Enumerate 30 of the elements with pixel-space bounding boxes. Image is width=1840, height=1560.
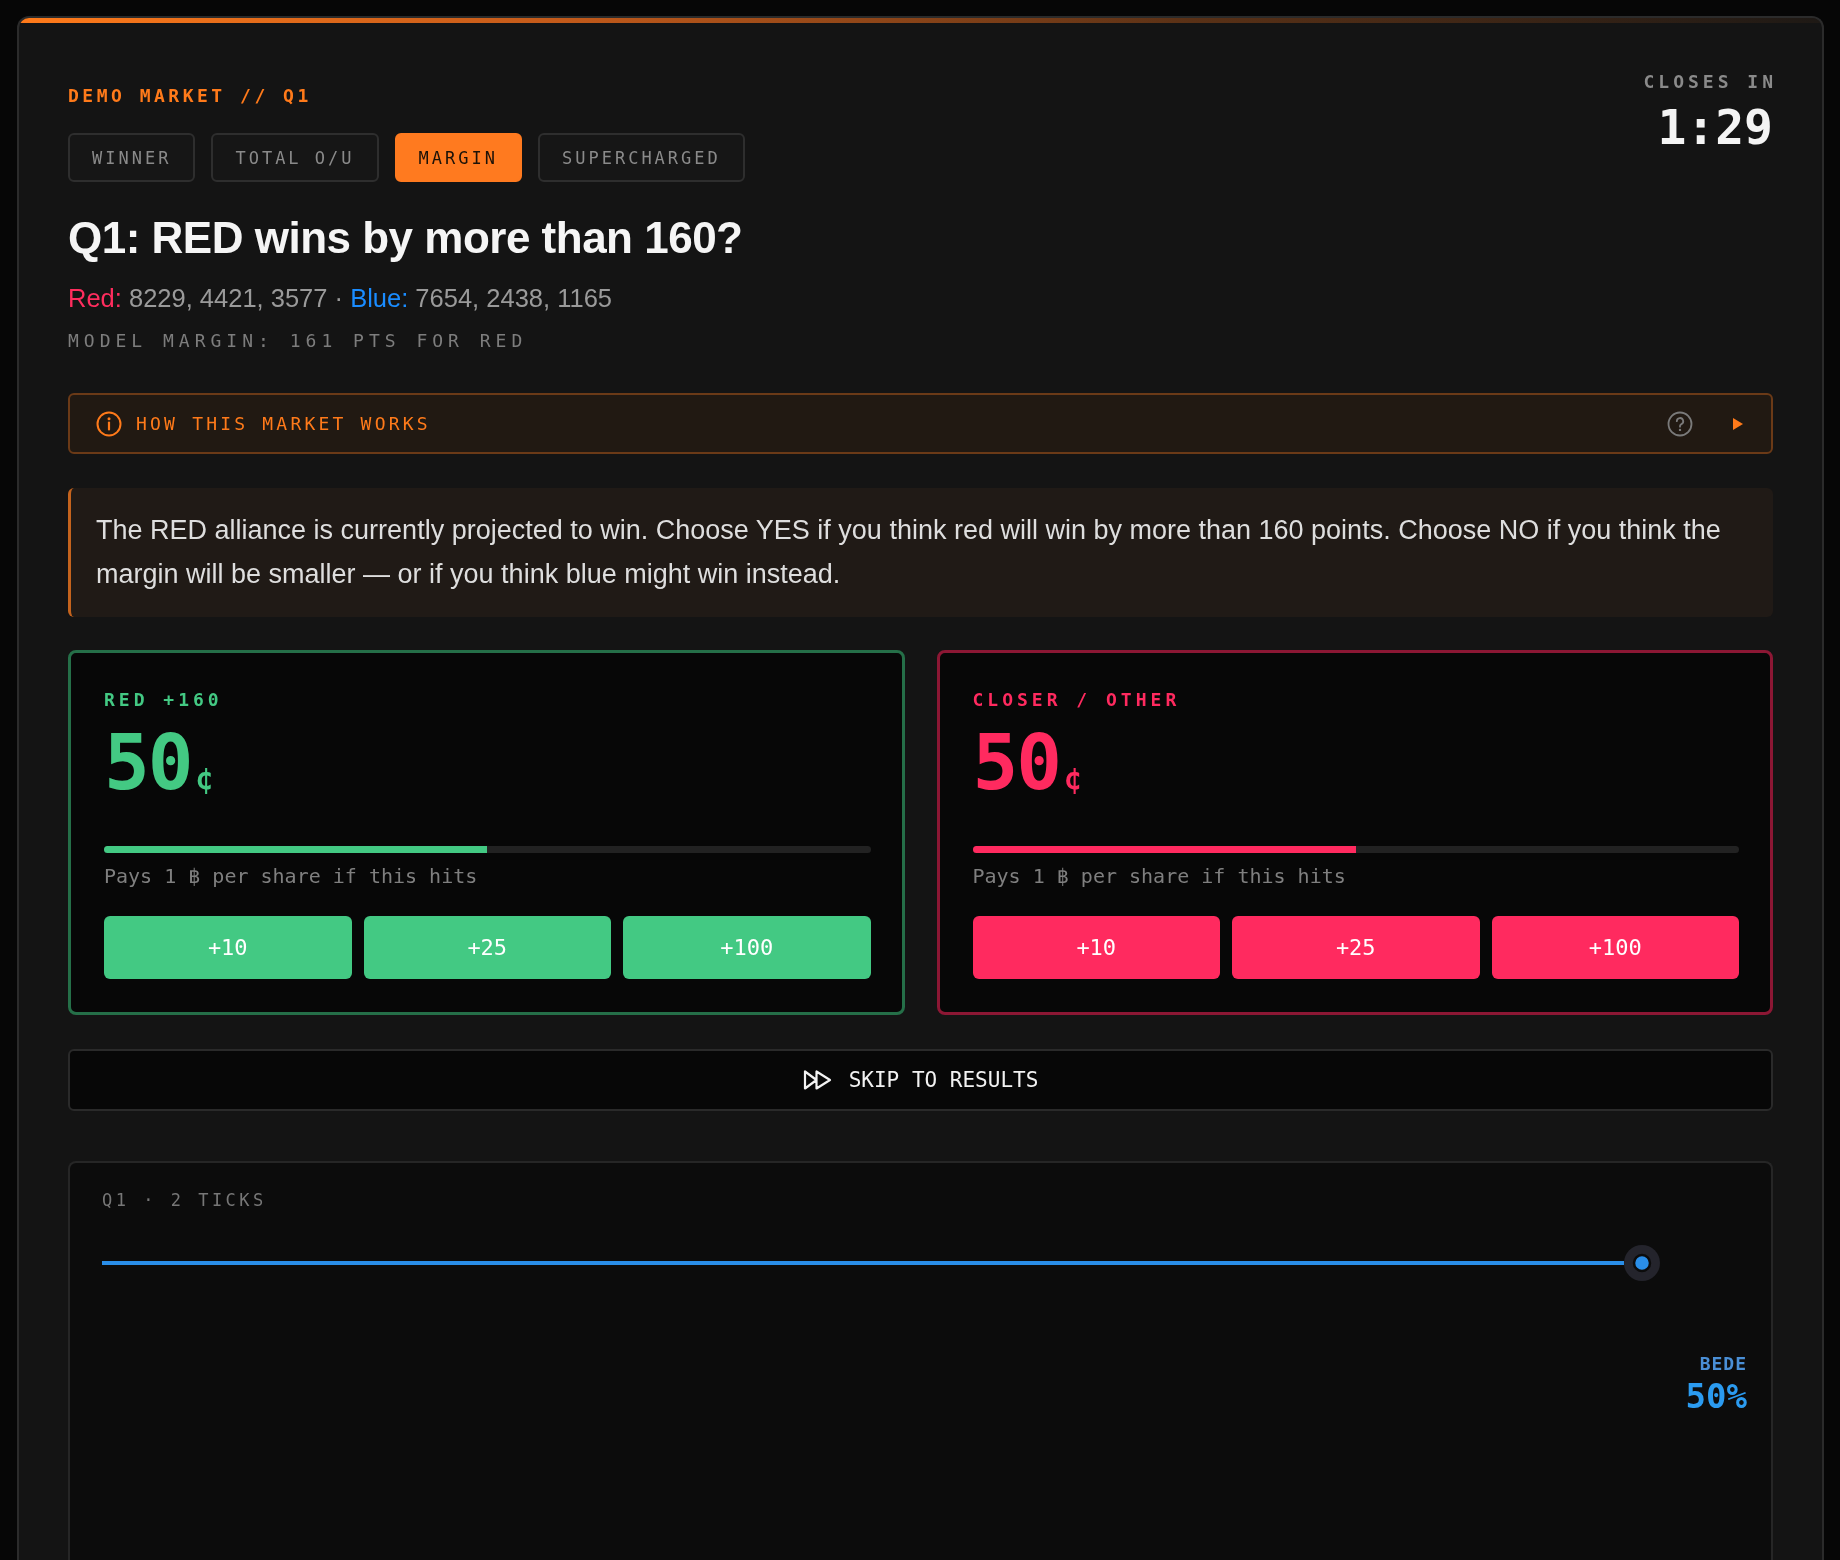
model-margin: MODEL MARGIN: 161 PTS FOR RED: [68, 329, 529, 353]
series-value: 50%: [1685, 1377, 1747, 1415]
skip-button[interactable]: SKIP TO RESULTS: [68, 1049, 1773, 1111]
question-title: Q1: RED wins by more than 160?: [68, 213, 744, 263]
caret-icon: [1733, 417, 1743, 430]
payout-note: Pays 1 ฿ per share if this hits: [972, 864, 1347, 888]
market-explanation: The RED alliance is currently projected to win. Choose YES if you think red will win by more than 160 points. Choose NO if you think the margin will be smaller — or if you think blue might win instead.: [68, 488, 1773, 617]
payout-note: Pays 1 ฿ per share if this hits: [104, 864, 479, 888]
outcome-price: 50¢: [972, 725, 1083, 809]
chart-title: Q1 · 2 TICKS: [102, 1190, 268, 1210]
alliance-scores: Red: 8229, 4421, 3577 · Blue: 7654, 2438, 1165: [68, 283, 613, 314]
market-tab[interactable]: TOTAL O/U: [211, 133, 379, 182]
countdown-timer: 1:29: [1656, 101, 1773, 153]
series-label: BEDE: [1698, 1353, 1747, 1375]
market-tab[interactable]: MARGIN: [394, 133, 522, 182]
buy-button[interactable]: +10: [972, 916, 1220, 979]
outcome-label: RED +160: [104, 689, 224, 711]
market-tab[interactable]: WINNER: [68, 133, 196, 182]
outcome-price: 50¢: [104, 725, 214, 809]
help-icon[interactable]: [1667, 410, 1693, 437]
buy-button[interactable]: +25: [1232, 916, 1480, 979]
how-it-works-toggle[interactable]: HOW THIS MARKET WORKS: [68, 393, 1773, 454]
outcome-label: CLOSER / OTHER: [972, 689, 1182, 711]
market-eyebrow: DEMO MARKET // Q1: [68, 85, 313, 107]
line-end-point: [1624, 1245, 1660, 1281]
market-tab[interactable]: SUPERCHARGED: [537, 133, 745, 182]
countdown-label: CLOSES IN: [1643, 71, 1777, 93]
info-icon: [96, 410, 122, 437]
buy-button[interactable]: +100: [1491, 916, 1739, 979]
fast-forward-icon: [802, 1068, 833, 1092]
